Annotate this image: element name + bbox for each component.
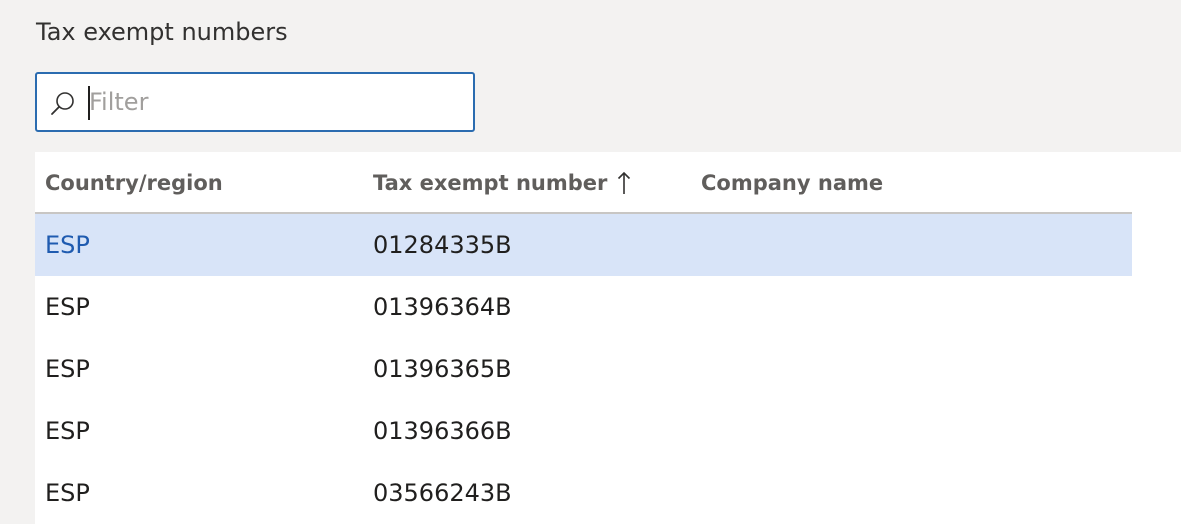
column-header-tax-exempt-number[interactable]: Tax exempt number	[373, 169, 631, 197]
cell-tax-exempt-number[interactable]: 01284335B	[373, 230, 512, 260]
table-row[interactable]: ESP 03566243B	[35, 462, 1132, 524]
grid-rows: ESP 01284335B ESP 01396364B ESP 01396365…	[35, 214, 1132, 524]
table-row[interactable]: ESP 01396364B	[35, 276, 1132, 338]
filter-input[interactable]	[89, 84, 459, 120]
table-row[interactable]: ESP 01284335B	[35, 214, 1132, 276]
column-header-label: Company name	[701, 171, 884, 195]
cell-country-region[interactable]: ESP	[45, 292, 90, 322]
cell-country-region[interactable]: ESP	[45, 230, 90, 260]
column-header-country-region[interactable]: Country/region	[45, 169, 223, 197]
grid-header: Country/region Tax exempt number Company…	[35, 152, 1132, 214]
sort-ascending-icon	[617, 170, 631, 196]
cell-tax-exempt-number[interactable]: 01396366B	[373, 416, 512, 446]
cell-country-region[interactable]: ESP	[45, 416, 90, 446]
table-row[interactable]: ESP 01396365B	[35, 338, 1132, 400]
cell-tax-exempt-number[interactable]: 03566243B	[373, 478, 512, 508]
page-title: Tax exempt numbers	[36, 18, 288, 46]
tax-exempt-numbers-grid: Country/region Tax exempt number Company…	[35, 152, 1181, 524]
column-header-label: Country/region	[45, 171, 223, 195]
table-row[interactable]: ESP 01396366B	[35, 400, 1132, 462]
cell-tax-exempt-number[interactable]: 01396364B	[373, 292, 512, 322]
column-header-label: Tax exempt number	[373, 171, 608, 195]
search-icon[interactable]	[49, 90, 77, 118]
column-header-company-name[interactable]: Company name	[701, 169, 883, 197]
cell-country-region[interactable]: ESP	[45, 354, 90, 384]
filter-box[interactable]	[35, 72, 475, 132]
cell-country-region[interactable]: ESP	[45, 478, 90, 508]
cell-tax-exempt-number[interactable]: 01396365B	[373, 354, 512, 384]
